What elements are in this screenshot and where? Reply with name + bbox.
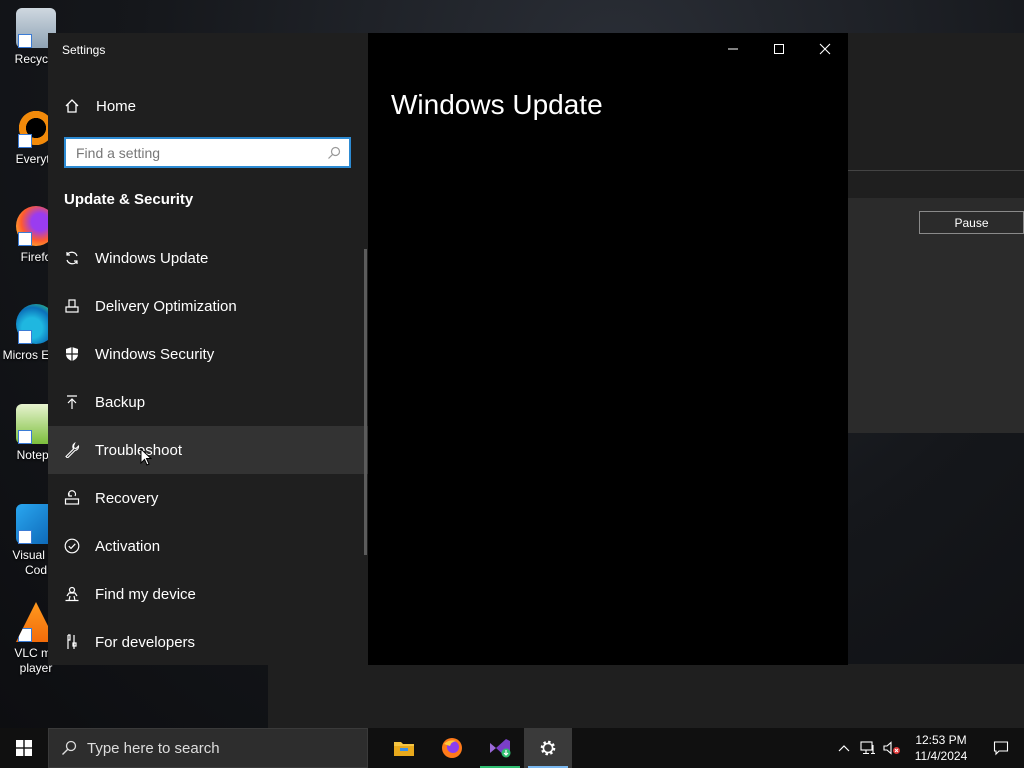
recovery-icon (64, 490, 80, 506)
system-tray: 12:53 PM 11/4/2024 (832, 728, 1024, 768)
sidebar-item-recovery[interactable]: Recovery (48, 474, 368, 522)
taskbar-search-placeholder: Type here to search (87, 739, 220, 757)
home-icon (65, 99, 79, 113)
taskbar-file-explorer[interactable] (380, 728, 428, 768)
check-circle-icon (64, 538, 80, 554)
maximize-button[interactable] (756, 33, 802, 65)
sidebar-item-label: Windows Update (95, 249, 209, 267)
sidebar-item-windows-security[interactable]: Windows Security (48, 330, 368, 378)
taskbar-search-box[interactable]: Type here to search (48, 728, 368, 768)
person-location-icon (64, 586, 80, 602)
section-title: Update & Security (64, 191, 194, 208)
taskbar-settings[interactable] (524, 728, 572, 768)
search-icon (62, 740, 77, 755)
settings-content: Windows Update (368, 33, 848, 665)
volume-button[interactable] (880, 728, 904, 768)
notification-icon (993, 741, 1009, 756)
sidebar-item-for-developers[interactable]: For developers (48, 618, 368, 666)
action-center-button[interactable] (978, 728, 1024, 768)
taskbar: Type here to search 12:53 PM 11/4/2024 (0, 728, 1024, 768)
refresh-icon (64, 250, 80, 266)
app-title: Settings (62, 43, 106, 57)
sidebar-item-home[interactable]: Home (48, 87, 368, 125)
sidebar-item-label: For developers (95, 633, 196, 651)
sidebar-item-backup[interactable]: Backup (48, 378, 368, 426)
clock-time: 12:53 PM (915, 733, 967, 747)
maximize-icon (774, 44, 784, 54)
developer-tools-icon (64, 634, 80, 650)
sidebar-item-label: Windows Security (95, 345, 215, 363)
search-input[interactable] (76, 144, 327, 161)
close-icon (819, 43, 831, 55)
page-title: Windows Update (391, 89, 603, 120)
sidebar-item-delivery-optimization[interactable]: Delivery Optimization (48, 282, 368, 330)
sidebar-item-activation[interactable]: Activation (48, 522, 368, 570)
delivery-optimization-icon (64, 298, 80, 314)
sidebar-item-troubleshoot[interactable]: Troubleshoot (48, 426, 368, 474)
taskbar-firefox[interactable] (428, 728, 476, 768)
sidebar-item-label: Backup (95, 393, 146, 411)
start-button[interactable] (0, 728, 48, 768)
backup-arrow-icon (64, 394, 80, 410)
sidebar-item-label: Recovery (95, 489, 159, 507)
divider (848, 170, 1024, 171)
sidebar-item-windows-update[interactable]: Windows Update (48, 234, 368, 282)
network-button[interactable] (856, 728, 880, 768)
taskbar-clock[interactable]: 12:53 PM 11/4/2024 (908, 732, 974, 764)
settings-window: Settings Home Update & Security Windows … (48, 33, 848, 665)
clock-date: 11/4/2024 (914, 749, 968, 763)
file-explorer-icon (394, 742, 414, 756)
settings-sidebar: Settings Home Update & Security Windows … (48, 33, 368, 665)
close-button[interactable] (802, 33, 848, 65)
windows-logo-icon (16, 740, 32, 756)
sidebar-item-find-my-device[interactable]: Find my device (48, 570, 368, 618)
search-icon (328, 146, 341, 159)
volume-muted-icon (883, 741, 900, 755)
sidebar-item-label: Find my device (95, 585, 196, 603)
settings-search-box[interactable] (64, 137, 351, 168)
settings-nav-list: Windows Update Delivery Optimization Win… (48, 234, 368, 666)
network-icon (860, 741, 875, 755)
minimize-icon (728, 48, 738, 50)
shield-icon (64, 346, 80, 362)
mouse-cursor-icon (140, 448, 152, 466)
chevron-up-icon (838, 745, 850, 752)
taskbar-visual-studio-installer[interactable] (476, 728, 524, 768)
sidebar-item-label: Activation (95, 537, 161, 555)
sidebar-item-label: Troubleshoot (95, 441, 182, 459)
firefox-icon (442, 738, 462, 758)
pause-updates-button[interactable]: Pause (919, 211, 1024, 234)
background-window-lower (268, 664, 1024, 728)
sidebar-item-label: Home (96, 97, 137, 115)
visual-studio-installer-icon (490, 739, 511, 758)
minimize-button[interactable] (710, 33, 756, 65)
tray-overflow-button[interactable] (832, 728, 856, 768)
sidebar-scrollbar[interactable] (364, 249, 367, 555)
wrench-icon (64, 442, 80, 458)
gear-icon (540, 740, 556, 756)
sidebar-item-label: Delivery Optimization (95, 297, 237, 315)
